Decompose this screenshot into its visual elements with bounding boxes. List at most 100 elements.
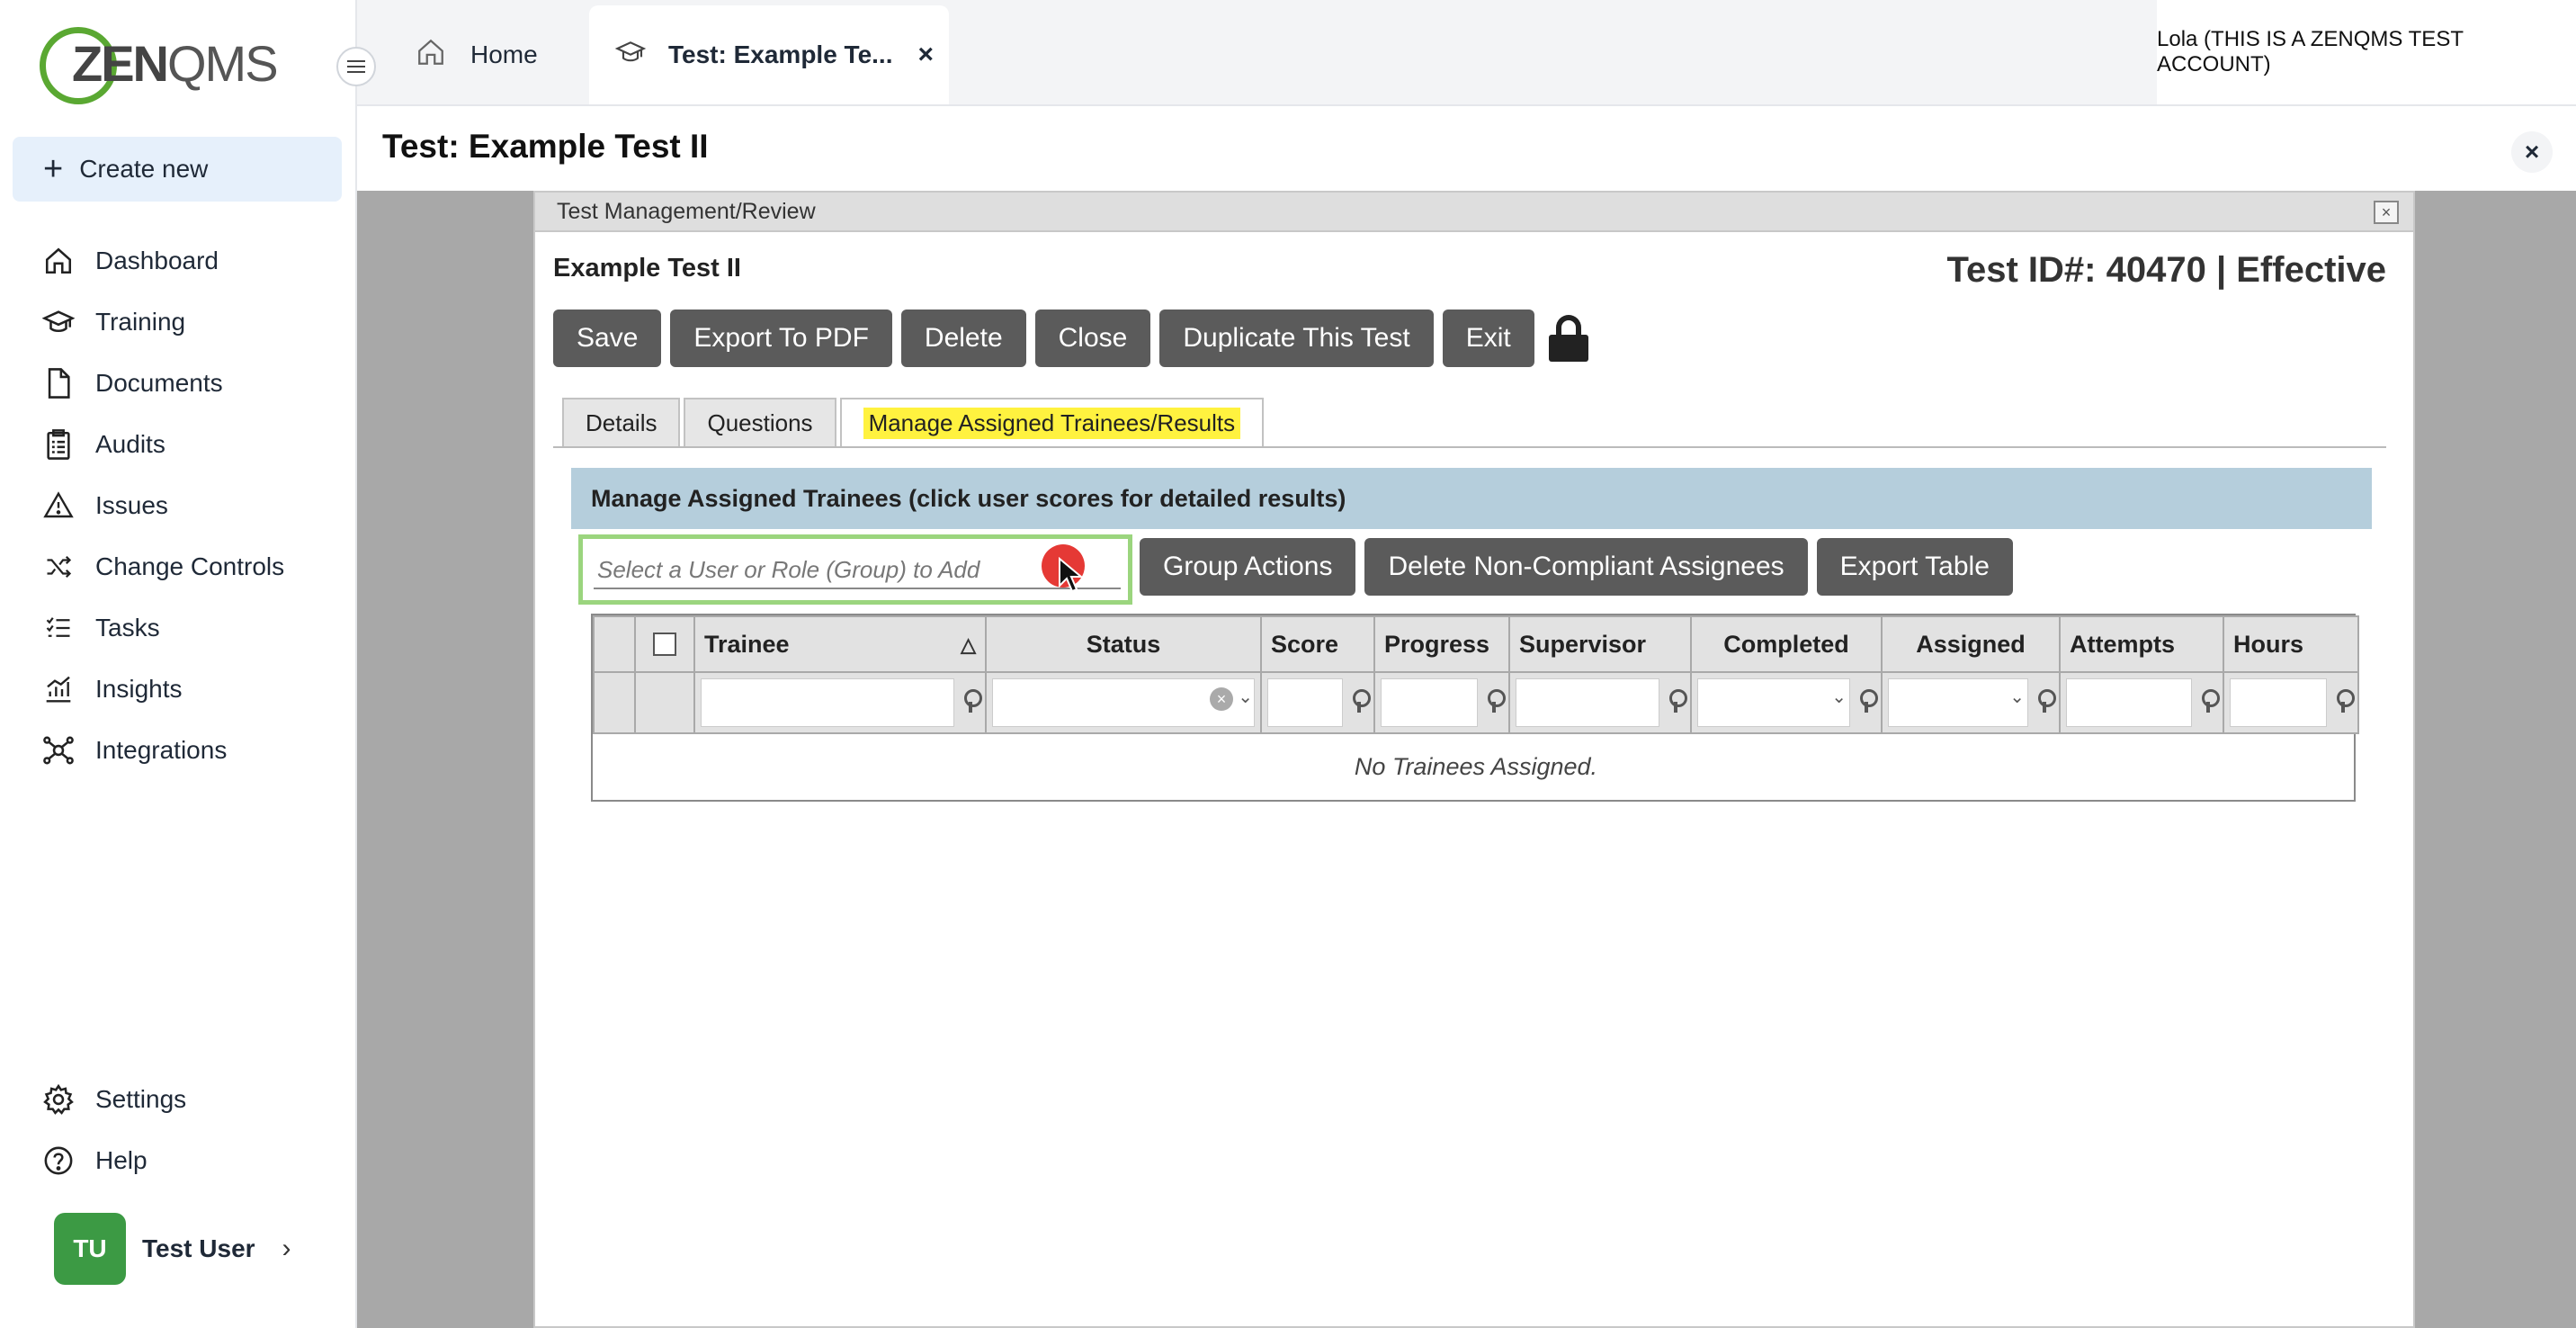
select-all-checkbox[interactable] (653, 633, 676, 656)
chevron-down-icon[interactable]: ⌄ (1831, 686, 1847, 708)
column-header-hours[interactable]: Hours (2223, 615, 2359, 673)
filter-icon[interactable] (1857, 689, 1878, 714)
sidebar-item-insights[interactable]: Insights (0, 659, 357, 720)
logo-text-qms: QMS (167, 35, 279, 92)
zenqms-logo[interactable]: ZENQMS (40, 25, 279, 106)
dialog-titlebar[interactable]: Test Management/Review × (535, 193, 2413, 232)
empty-message: No Trainees Assigned. (1354, 753, 1598, 780)
sidebar-item-integrations[interactable]: Integrations (0, 720, 357, 781)
sidebar-item-change-controls[interactable]: Change Controls (0, 536, 357, 597)
home-icon (415, 37, 447, 74)
mouse-cursor-icon (1059, 557, 1083, 593)
filter-icon[interactable] (2199, 689, 2220, 714)
sort-ascending-icon[interactable]: △ (961, 633, 976, 657)
sidebar-item-issues[interactable]: Issues (0, 475, 357, 536)
logo-text-zen: ZEN (72, 35, 169, 92)
create-new-button[interactable]: + Create new (13, 137, 342, 202)
graduation-cap-icon (41, 305, 76, 339)
user-menu[interactable]: TU Test User › (54, 1213, 291, 1285)
export-table-button[interactable]: Export Table (1816, 538, 2013, 596)
sidebar-item-help[interactable]: Help (0, 1130, 357, 1191)
export-pdf-button[interactable]: Export To PDF (670, 310, 892, 367)
filter-icon[interactable] (2334, 689, 2355, 714)
filter-hours (2223, 671, 2359, 734)
create-new-label: Create new (79, 155, 209, 183)
gear-icon (41, 1082, 76, 1117)
tab-test-example[interactable]: Test: Example Te... × (589, 5, 949, 104)
close-icon[interactable]: × (917, 40, 934, 70)
sidebar-item-documents[interactable]: Documents (0, 353, 357, 414)
sidebar-item-tasks[interactable]: Tasks (0, 597, 357, 659)
document-icon (41, 366, 76, 400)
add-user-role-input[interactable]: Select a User or Role (Group) to Add (578, 534, 1132, 605)
sidebar-item-dashboard[interactable]: Dashboard (0, 230, 357, 292)
tab-label: Home (470, 40, 538, 68)
tab-details[interactable]: Details (562, 398, 681, 446)
column-header-completed[interactable]: Completed (1690, 615, 1883, 673)
sidebar-item-settings[interactable]: Settings (0, 1069, 357, 1130)
table-header-row: Trainee △ Status Score Progress Superviso… (593, 615, 2359, 673)
filter-supervisor (1508, 671, 1692, 734)
column-header-progress[interactable]: Progress (1373, 615, 1510, 673)
filter-icon[interactable] (1350, 689, 1371, 714)
close-button[interactable]: Close (1034, 310, 1151, 367)
clipboard-icon (41, 427, 76, 462)
sidebar-bottom-nav: Settings Help (0, 1069, 357, 1191)
empty-row: No Trainees Assigned. (594, 733, 2358, 800)
clear-icon[interactable]: × (1210, 687, 1233, 711)
filter-cell-handle (593, 671, 636, 734)
filter-row: × ⌄ ⌄ ⌄ (593, 671, 2359, 734)
filter-icon[interactable] (1667, 689, 1687, 714)
checklist-icon (41, 611, 76, 645)
filter-score-input[interactable] (1267, 678, 1343, 727)
sidebar-item-training[interactable]: Training (0, 292, 357, 353)
filter-completed: ⌄ (1690, 671, 1883, 734)
filter-attempts-input[interactable] (2066, 678, 2192, 727)
tab-questions[interactable]: Questions (684, 398, 836, 446)
filter-hours-input[interactable] (2230, 678, 2327, 727)
column-header-status[interactable]: Status (985, 615, 1262, 673)
filter-progress-input[interactable] (1381, 678, 1478, 727)
tab-manage-trainees[interactable]: Manage Assigned Trainees/Results (839, 398, 1265, 446)
sidebar-item-label: Insights (95, 675, 183, 703)
column-label: Trainee (704, 630, 790, 658)
sidebar-item-label: Issues (95, 491, 168, 519)
filter-completed-select[interactable] (1697, 678, 1850, 727)
dialog-close-button[interactable]: × (2374, 201, 2399, 224)
sidebar-item-label: Documents (95, 369, 223, 397)
tab-label: Manage Assigned Trainees/Results (863, 407, 1241, 439)
column-header-assigned[interactable]: Assigned (1881, 615, 2061, 673)
delete-button[interactable]: Delete (900, 310, 1026, 367)
filter-icon[interactable] (962, 689, 982, 714)
page-close-button[interactable]: × (2511, 131, 2553, 173)
filter-icon[interactable] (2035, 689, 2056, 714)
sidebar-item-label: Training (95, 308, 186, 336)
filter-supervisor-input[interactable] (1516, 678, 1659, 727)
column-header-supervisor[interactable]: Supervisor (1508, 615, 1692, 673)
shuffle-icon (41, 550, 76, 584)
test-id-status: Test ID#: 40470 | Effective (1946, 250, 2386, 290)
duplicate-test-button[interactable]: Duplicate This Test (1159, 310, 1434, 367)
trainees-table: Trainee △ Status Score Progress Superviso… (591, 614, 2359, 802)
chevron-down-icon[interactable]: ⌄ (2009, 686, 2025, 708)
sidebar-collapse-button[interactable] (336, 47, 376, 86)
sidebar-item-audits[interactable]: Audits (0, 414, 357, 475)
tab-home[interactable]: Home (415, 5, 538, 104)
filter-assigned-select[interactable] (1888, 678, 2028, 727)
column-header-trainee[interactable]: Trainee △ (693, 615, 987, 673)
group-actions-button[interactable]: Group Actions (1140, 538, 1356, 596)
filter-icon[interactable] (1485, 689, 1506, 714)
delete-noncompliant-button[interactable]: Delete Non-Compliant Assignees (1364, 538, 1808, 596)
column-header-attempts[interactable]: Attempts (2059, 615, 2224, 673)
account-name[interactable]: Lola (THIS IS A ZENQMS TEST ACCOUNT) (2157, 0, 2576, 104)
lock-icon[interactable] (1548, 315, 1588, 362)
exit-button[interactable]: Exit (1442, 310, 1534, 367)
user-name: Test User (142, 1234, 255, 1262)
sidebar-item-label: Dashboard (95, 247, 219, 274)
network-icon (41, 733, 76, 767)
sidebar-item-label: Tasks (95, 614, 160, 642)
save-button[interactable]: Save (553, 310, 662, 367)
filter-trainee-input[interactable] (701, 678, 954, 727)
column-header-score[interactable]: Score (1260, 615, 1375, 673)
chevron-down-icon[interactable]: ⌄ (1238, 686, 1253, 708)
